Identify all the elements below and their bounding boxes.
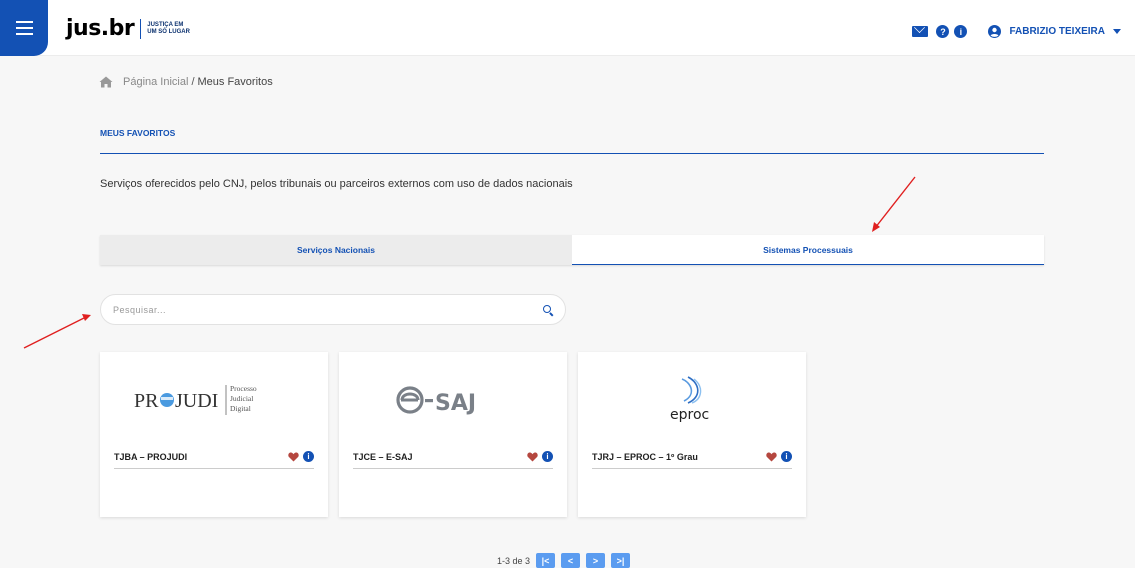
projudi-logo-image: PR JUDI Processo Judicial Digital bbox=[134, 384, 257, 415]
top-bar: jus.br JUSTIÇA EM UM SÓ LUGAR ? i FABRIZ… bbox=[0, 0, 1135, 56]
card-title[interactable]: TJBA – PROJUDI bbox=[114, 452, 187, 462]
svg-text:eproc: eproc bbox=[670, 407, 709, 423]
projudi-logo: PR JUDI Processo Judicial Digital bbox=[100, 370, 328, 430]
search-icon[interactable] bbox=[543, 304, 553, 315]
header-actions: ? i FABRIZIO TEIXEIRA bbox=[912, 25, 1121, 38]
page-title: MEUS FAVORITOS bbox=[100, 128, 176, 138]
card-tjce-esaj[interactable]: SAJ TJCE – E-SAJ i bbox=[339, 352, 567, 517]
heart-icon[interactable] bbox=[288, 451, 299, 462]
jus-br-logo[interactable]: jus.br JUSTIÇA EM UM SÓ LUGAR bbox=[66, 16, 190, 41]
breadcrumb-home-link[interactable]: Página Inicial bbox=[123, 76, 188, 88]
menu-icon bbox=[15, 21, 33, 35]
svg-text:Processo: Processo bbox=[230, 384, 257, 393]
info-icon[interactable]: i bbox=[542, 451, 553, 462]
heart-icon[interactable] bbox=[766, 451, 777, 462]
info-icon[interactable]: i bbox=[303, 451, 314, 462]
logo-tagline-line-1: JUSTIÇA EM bbox=[147, 21, 184, 28]
tab-sistemas-processuais[interactable]: Sistemas Processuais bbox=[572, 235, 1044, 265]
caret-down-icon[interactable] bbox=[1113, 29, 1121, 34]
card-actions: i bbox=[766, 451, 792, 462]
card-footer: TJCE – E-SAJ i bbox=[353, 445, 553, 469]
svg-text:Judicial: Judicial bbox=[230, 394, 253, 403]
breadcrumb: Página Inicial / Meus Favoritos bbox=[99, 76, 273, 88]
heart-icon[interactable] bbox=[527, 451, 538, 462]
card-tjrj-eproc[interactable]: eproc TJRJ – EPROC – 1º Grau i bbox=[578, 352, 806, 517]
logo-tagline-line-2: UM SÓ LUGAR bbox=[147, 28, 190, 35]
svg-text:Digital: Digital bbox=[230, 404, 251, 413]
esaj-logo-image: SAJ bbox=[396, 386, 476, 416]
title-divider bbox=[100, 153, 1044, 154]
help-icon[interactable]: ? bbox=[936, 25, 950, 38]
user-name[interactable]: FABRIZIO TEIXEIRA bbox=[1009, 26, 1105, 37]
svg-text:SAJ: SAJ bbox=[435, 391, 476, 416]
first-page-button[interactable]: |< bbox=[536, 553, 556, 568]
card-actions: i bbox=[527, 451, 553, 462]
breadcrumb-current: Meus Favoritos bbox=[197, 76, 273, 88]
svg-text:JUDI: JUDI bbox=[175, 390, 218, 412]
eproc-logo-image: eproc bbox=[670, 376, 709, 423]
last-page-button[interactable]: >| bbox=[611, 553, 631, 568]
esaj-logo: SAJ bbox=[339, 370, 567, 430]
card-tjba-projudi[interactable]: PR JUDI Processo Judicial Digital TJBA –… bbox=[100, 352, 328, 517]
prev-page-button[interactable]: < bbox=[561, 553, 581, 568]
eproc-logo: eproc bbox=[578, 370, 806, 430]
card-footer: TJBA – PROJUDI i bbox=[114, 445, 314, 469]
tab-bar: Serviços Nacionais Sistemas Processuais bbox=[100, 235, 1044, 265]
card-title[interactable]: TJRJ – EPROC – 1º Grau bbox=[592, 452, 698, 462]
annotation-arrow-search bbox=[23, 314, 91, 349]
mail-icon[interactable] bbox=[912, 26, 929, 37]
card-title[interactable]: TJCE – E-SAJ bbox=[353, 452, 413, 462]
menu-button[interactable] bbox=[0, 0, 48, 56]
svg-text:PR: PR bbox=[134, 390, 159, 412]
search-input[interactable] bbox=[113, 304, 543, 315]
home-icon[interactable] bbox=[99, 76, 113, 88]
pagination-summary: 1-3 de 3 bbox=[497, 555, 531, 566]
logo-separator bbox=[140, 18, 142, 39]
page-description: Serviços oferecidos pelo CNJ, pelos trib… bbox=[100, 178, 573, 190]
logo-text: jus.br bbox=[66, 16, 135, 41]
annotation-arrow-tab bbox=[872, 176, 916, 232]
user-icon[interactable] bbox=[988, 25, 1002, 38]
breadcrumb-separator: / bbox=[191, 76, 195, 88]
next-page-button[interactable]: > bbox=[586, 553, 606, 568]
logo-tagline: JUSTIÇA EM UM SÓ LUGAR bbox=[147, 22, 190, 36]
card-actions: i bbox=[288, 451, 314, 462]
search-box bbox=[100, 294, 566, 325]
pagination: 1-3 de 3 |< < > >| bbox=[497, 553, 631, 568]
info-icon[interactable]: i bbox=[954, 25, 968, 38]
info-icon[interactable]: i bbox=[781, 451, 792, 462]
tab-servicos-nacionais[interactable]: Serviços Nacionais bbox=[100, 235, 572, 265]
card-footer: TJRJ – EPROC – 1º Grau i bbox=[592, 445, 792, 469]
